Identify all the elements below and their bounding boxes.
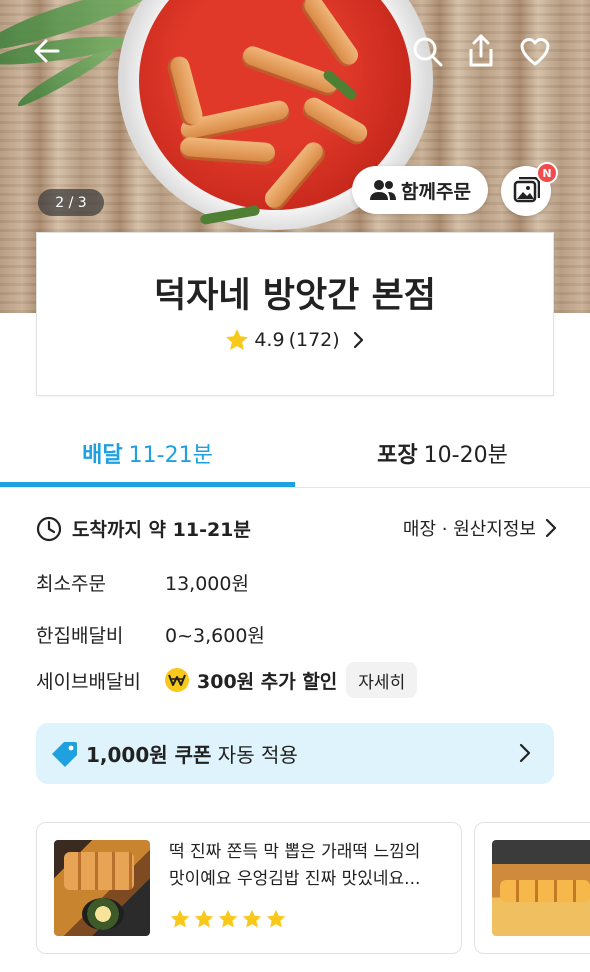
delivery-fee-row: 한집배달비 0~3,600원	[36, 621, 265, 648]
review-line-2: 맛이예요 우엉김밥 진짜 맛있네요...	[169, 869, 421, 889]
save-fee-value: 300원 추가 할인	[197, 670, 338, 693]
back-button[interactable]	[28, 32, 66, 70]
save-fee-label: 세이브배달비	[36, 670, 141, 693]
store-name: 덕자네 방앗간 본점	[154, 276, 436, 316]
tab-takeout[interactable]: 포장 10-20분	[295, 418, 590, 488]
review-line-1: 떡 진짜 쫀득 막 뽑은 가래떡 느낌의	[169, 842, 421, 862]
back-arrow-icon	[34, 39, 60, 63]
review-photo	[492, 840, 590, 936]
store-origin-info-link[interactable]: 매장 · 원산지정보	[403, 515, 558, 541]
star-icon	[194, 909, 214, 928]
review-text: 떡 진짜 쫀득 막 뽑은 가래떡 느낌의 맛이예요 우엉김밥 진짜 맛있네요..…	[169, 839, 449, 893]
arrival-time: 도착까지 약 11-21분	[36, 515, 251, 542]
min-order-label: 최소주문	[36, 573, 106, 595]
group-order-label: 함께주문	[401, 180, 471, 203]
save-fee-row: 세이브배달비 300원 추가 할인 자세히	[36, 662, 418, 698]
share-button[interactable]	[462, 32, 500, 70]
group-people-icon	[370, 180, 397, 200]
tab-takeout-time: 10-20분	[423, 443, 508, 468]
share-icon	[469, 34, 493, 67]
star-icon	[218, 909, 238, 928]
star-icon	[170, 909, 190, 928]
gallery-icon	[513, 177, 540, 203]
group-order-button[interactable]: 함께주문	[352, 166, 488, 214]
store-card: 덕자네 방앗간 본점 4.9 (172)	[36, 232, 554, 396]
review-card[interactable]: 떡 진짜 쫀득 막 뽑은 가래떡 느낌의 맛이예요 우엉김밥 진짜 맛있네요..…	[36, 822, 462, 954]
coupon-tag-icon	[50, 739, 80, 769]
new-badge: N	[536, 162, 558, 184]
chevron-right-icon	[545, 518, 557, 538]
image-page-indicator: 2 / 3	[38, 189, 104, 216]
coupon-text: 1,000원 쿠폰 자동 적용	[86, 739, 298, 768]
review-rating-stars	[169, 908, 287, 930]
coupon-amount: 1,000원 쿠폰	[86, 743, 212, 767]
coupon-suffix: 자동 적용	[217, 743, 298, 767]
arrival-text: 도착까지 약 11-21분	[72, 519, 251, 541]
tab-delivery[interactable]: 배달 11-21분	[0, 418, 295, 488]
delivery-fee-value: 0~3,600원	[165, 625, 265, 647]
detail-button[interactable]: 자세히	[346, 662, 418, 698]
review-photo	[54, 840, 150, 936]
tab-delivery-time: 11-21분	[128, 443, 213, 468]
star-icon	[266, 909, 286, 928]
review-count: (172)	[288, 329, 340, 351]
delivery-fee-label: 한집배달비	[36, 625, 124, 647]
favorite-button[interactable]	[516, 32, 554, 70]
search-icon	[413, 37, 443, 67]
store-info-label: 매장 · 원산지정보	[402, 519, 536, 540]
save-delivery-icon	[165, 668, 189, 692]
star-icon	[224, 327, 250, 353]
review-card[interactable]	[474, 822, 590, 954]
clock-icon	[36, 516, 62, 541]
tab-delivery-label: 배달	[82, 443, 123, 468]
chevron-right-icon	[518, 742, 532, 764]
heart-icon	[520, 38, 550, 66]
active-tab-indicator	[0, 482, 295, 487]
order-type-tabs: 배달 11-21분 포장 10-20분	[0, 418, 590, 488]
min-order-value: 13,000원	[165, 573, 249, 595]
min-order-row: 최소주문 13,000원	[36, 569, 249, 596]
star-icon	[242, 909, 262, 928]
search-button[interactable]	[408, 32, 446, 70]
coupon-banner[interactable]: 1,000원 쿠폰 자동 적용	[36, 723, 554, 784]
rating-value: 4.9	[254, 329, 285, 351]
chevron-right-icon	[344, 331, 366, 349]
rating-link[interactable]: 4.9 (172)	[37, 327, 553, 353]
tab-takeout-label: 포장	[377, 443, 418, 468]
